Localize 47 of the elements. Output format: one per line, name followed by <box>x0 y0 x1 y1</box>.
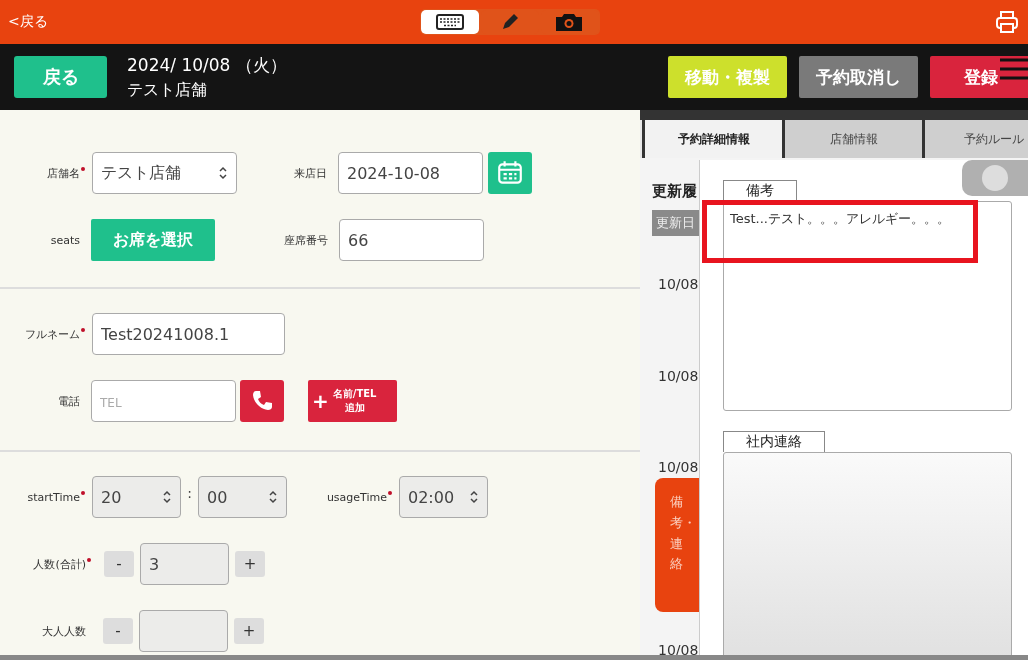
field-label: フルネーム <box>24 326 80 342</box>
seat-number-field[interactable]: 66 <box>339 219 484 261</box>
register-button[interactable]: 登録 <box>930 56 1028 98</box>
phone-field[interactable]: TEL <box>91 380 236 422</box>
reservation-date: 2024/ 10/08 （火） <box>127 53 287 77</box>
plus-button[interactable]: + <box>235 551 265 577</box>
field-label: 大人人数 <box>41 623 86 639</box>
minus-button[interactable]: - <box>103 618 133 644</box>
stepper-icon <box>268 490 278 504</box>
time-separator: : <box>186 485 193 501</box>
minus-button[interactable]: - <box>104 551 134 577</box>
field-label: 人数(合計) <box>32 556 86 572</box>
plus-button[interactable]: + <box>234 618 264 644</box>
field-label: startTime <box>26 490 80 504</box>
count-field[interactable] <box>139 610 228 652</box>
table-cell: 10/08 <box>658 459 699 475</box>
store-select[interactable]: テスト店舗 <box>92 152 237 194</box>
stepper-icon <box>218 166 228 180</box>
memo-label: 社内連絡 <box>723 431 825 452</box>
back-link[interactable]: <戻る <box>8 13 48 31</box>
field-label: usageTime <box>325 490 387 504</box>
memo-label: 備考 <box>723 180 797 201</box>
count-field[interactable]: 3 <box>140 543 229 585</box>
field-label: seats <box>49 233 80 247</box>
table-cell: 10/08 <box>658 276 699 292</box>
tab[interactable]: 予約ルール <box>922 120 1028 158</box>
table-cell: 10/08 <box>658 368 699 384</box>
history-title: 更新履 <box>652 182 697 201</box>
tab[interactable]: 店舗情報 <box>782 120 922 158</box>
field-label: 来店日 <box>293 165 327 181</box>
store-name: テスト店舗 <box>127 79 208 101</box>
field-label: 座席番号 <box>283 232 328 248</box>
printer-icon[interactable] <box>994 9 1020 35</box>
tab[interactable]: 予約詳細情報 <box>642 120 782 158</box>
date-field[interactable]: 2024-10-08 <box>338 152 483 194</box>
field-label: 店舗名 <box>46 165 80 181</box>
keyboard-icon[interactable] <box>420 9 480 35</box>
phone-icon[interactable] <box>240 380 284 422</box>
calendar-icon[interactable] <box>488 152 532 194</box>
hour-select[interactable]: 20 <box>92 476 181 518</box>
full-name-field[interactable]: Test20241008.1 <box>92 313 285 355</box>
cancel-button[interactable]: 予約取消し <box>799 56 918 98</box>
field-label: 電話 <box>57 393 80 409</box>
stepper-icon <box>469 490 479 504</box>
stepper-icon <box>162 490 172 504</box>
minute-select[interactable]: 00 <box>198 476 287 518</box>
usage-time-select[interactable]: 02:00 <box>399 476 488 518</box>
